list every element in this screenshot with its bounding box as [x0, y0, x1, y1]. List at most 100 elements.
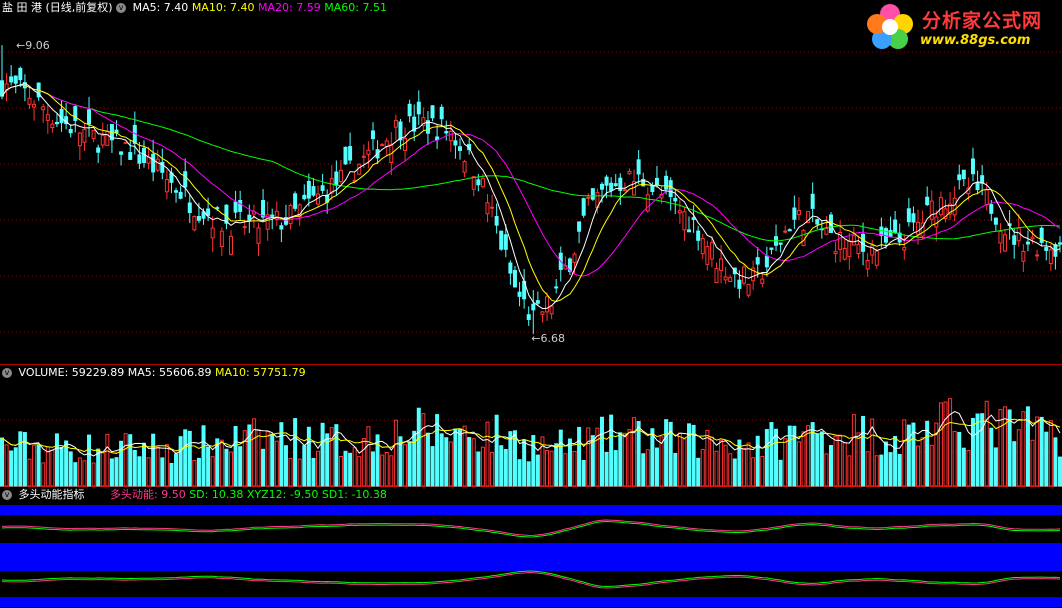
volume-bar — [50, 449, 55, 487]
volume-bar — [141, 442, 146, 487]
volume-bar — [938, 402, 943, 487]
candle-body — [737, 279, 742, 289]
candle-body — [151, 153, 156, 173]
candle-body — [96, 147, 101, 153]
volume-bar — [966, 450, 971, 487]
volume-bar — [96, 448, 101, 487]
volume-bar — [490, 451, 495, 487]
candle-body — [778, 242, 783, 245]
high-price-marker: ←9.06 — [16, 39, 50, 52]
volume-bar — [366, 426, 371, 487]
volume-bar — [851, 414, 856, 487]
volume-bar — [389, 455, 394, 487]
ma5-readout: MA5: 7.40 — [132, 1, 189, 14]
candle-body — [210, 227, 215, 239]
volume-bar — [453, 428, 458, 487]
volume-bar — [393, 419, 398, 487]
candle-body — [925, 196, 930, 206]
candle-body — [87, 109, 92, 125]
candle-body — [183, 171, 188, 188]
volume-bar — [1044, 431, 1049, 487]
volume-bar — [485, 421, 490, 487]
volume-bar — [343, 450, 348, 487]
volume-bar — [806, 425, 811, 487]
candle-body — [1044, 247, 1049, 252]
low-price-marker: ←6.68 — [531, 332, 565, 345]
candle-body — [320, 185, 325, 191]
candle-body — [54, 122, 59, 125]
volume-readout: VOLUME: 59229.89 — [18, 366, 125, 379]
volume-ma5-line — [1, 411, 1061, 457]
volume-bar — [558, 429, 563, 487]
volume-bar — [929, 444, 934, 487]
candle-body — [73, 106, 78, 121]
candle-body — [242, 226, 247, 229]
candle-body — [916, 221, 921, 235]
volume-bar — [732, 458, 737, 487]
volume-bar — [499, 445, 504, 487]
candle-body — [508, 262, 513, 274]
chart-canvas[interactable]: ←9.06 ←6.68 — [0, 0, 1062, 608]
site-logo[interactable]: 分析家公式网 www.88gs.com — [862, 2, 1060, 54]
candle-body — [847, 240, 852, 257]
volume-bar — [815, 433, 820, 487]
candle-body — [613, 183, 618, 187]
volume-bar — [549, 450, 554, 487]
collapse-toggle-icon[interactable]: v — [116, 3, 127, 13]
candle-body — [1035, 254, 1040, 257]
volume-bar — [970, 417, 975, 487]
volume-bar — [164, 444, 169, 487]
volume-bar — [27, 458, 32, 487]
volume-bar — [316, 450, 321, 487]
candle-body — [590, 188, 595, 200]
candle-body — [178, 191, 183, 199]
candle-body — [458, 146, 463, 151]
candle-body — [123, 141, 128, 144]
volume-toggle-icon[interactable]: v — [2, 368, 12, 378]
volume-bar — [774, 428, 779, 487]
volume-bar — [471, 438, 476, 487]
indicator-value-xyz12: XYZ12: -9.50 — [246, 488, 319, 501]
candle-body — [535, 300, 540, 304]
candle-body — [430, 105, 435, 119]
volume-bar — [279, 422, 284, 487]
candle-body — [769, 247, 774, 250]
volume-bar — [1053, 437, 1058, 487]
volume-bar — [494, 414, 499, 487]
candle-body — [783, 230, 788, 233]
candle-body — [480, 177, 485, 188]
candle-body — [1021, 250, 1026, 262]
volume-bar — [682, 438, 687, 487]
volume-bar — [32, 444, 37, 487]
candle-body — [141, 147, 146, 163]
candle-body — [471, 176, 476, 190]
volume-bar — [444, 437, 449, 487]
volume-bar — [302, 445, 307, 487]
candle-body — [0, 80, 4, 97]
volume-bar — [403, 444, 408, 487]
indicator-toggle-icon[interactable]: v — [2, 490, 12, 500]
candle-body — [338, 169, 343, 183]
volume-bar — [1030, 439, 1035, 487]
volume-bar — [751, 457, 756, 487]
volume-bar — [412, 430, 417, 487]
candle-body — [604, 176, 609, 186]
volume-bar — [764, 429, 769, 487]
candle-body — [59, 108, 64, 124]
candle-body — [586, 196, 591, 199]
volume-bar — [384, 452, 389, 487]
candle-body — [499, 230, 504, 250]
candle-body — [545, 296, 550, 313]
volume-bar — [320, 422, 325, 487]
volume-bar — [984, 400, 989, 487]
volume-bar — [957, 431, 962, 487]
candle-body — [476, 179, 481, 186]
volume-bar — [0, 437, 4, 487]
volume-bar — [430, 446, 435, 487]
volume-bar — [137, 456, 142, 487]
volume-header: v VOLUME: 59229.89 MA5: 55606.89 MA10: 5… — [2, 366, 306, 379]
volume-bar — [192, 459, 197, 487]
volume-bar — [833, 435, 838, 487]
stock-chart-window: ←9.06 ←6.68 盐 田 港 (日线,前复权) v MA5: 7.40 MA… — [0, 0, 1062, 608]
candle-body — [664, 175, 669, 190]
